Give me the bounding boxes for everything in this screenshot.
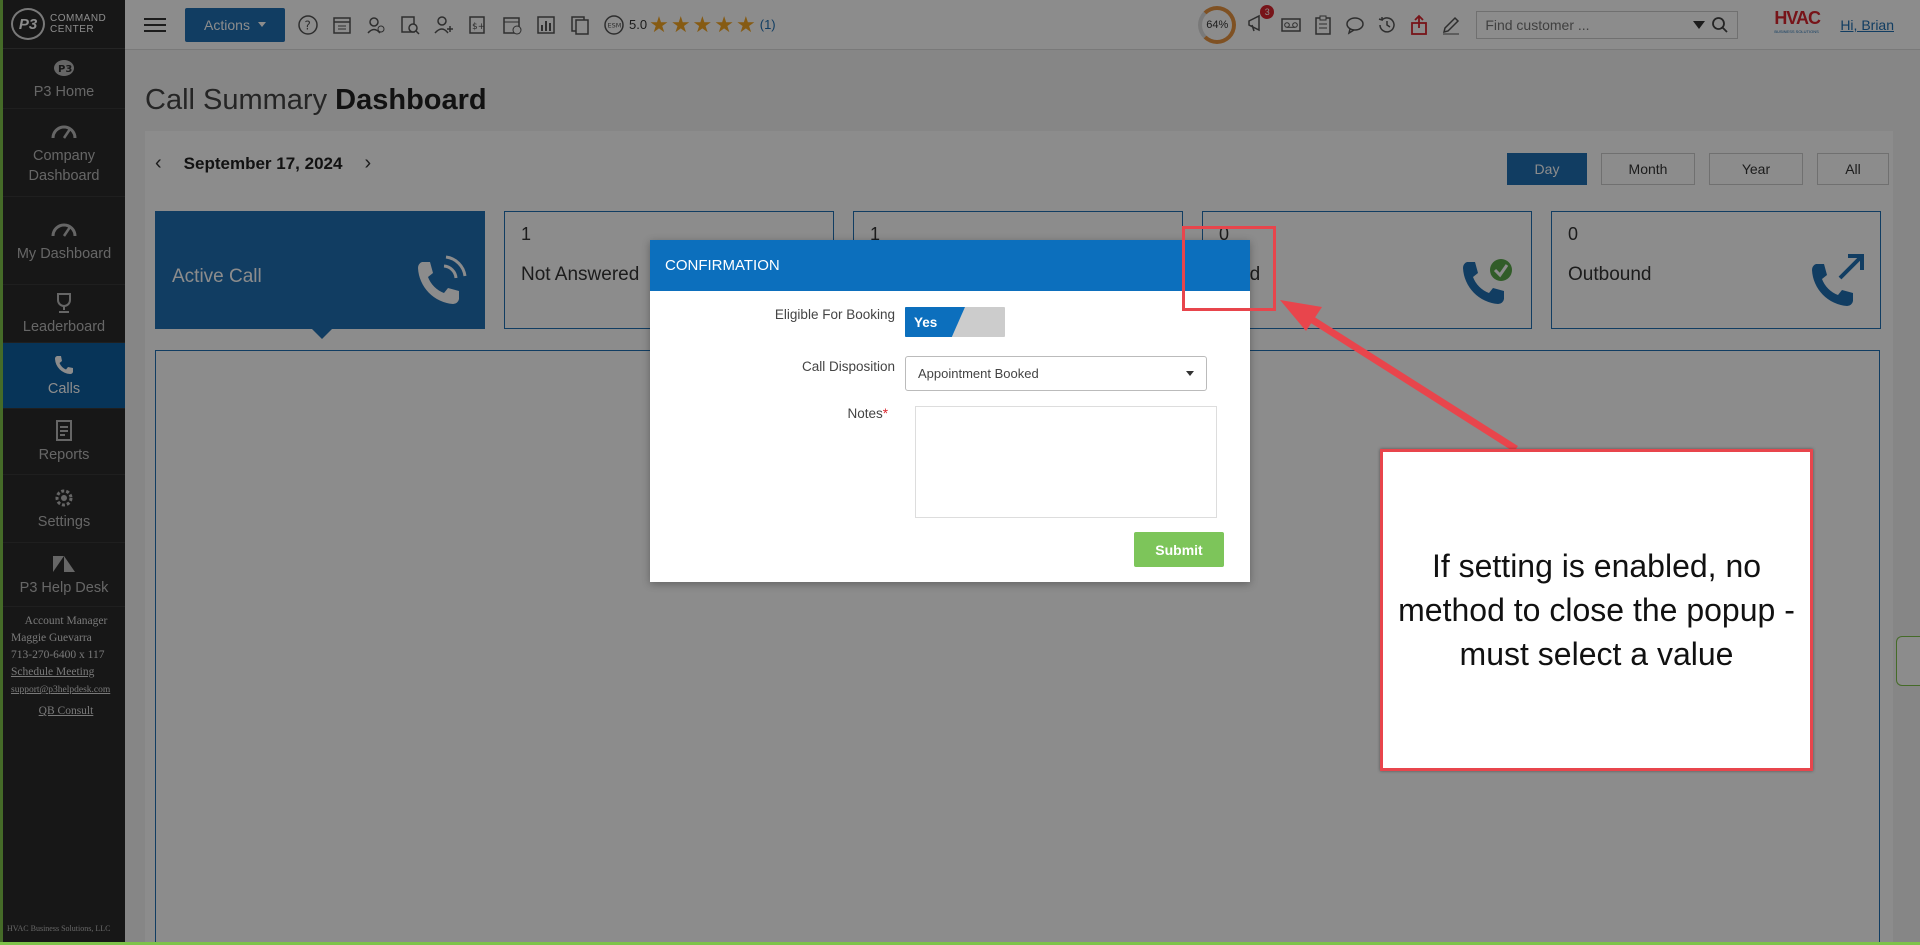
toggle-yes: Yes xyxy=(905,307,965,337)
disposition-value: Appointment Booked xyxy=(918,366,1039,381)
annotation-callout: If setting is enabled, no method to clos… xyxy=(1380,449,1813,771)
disposition-label: Call Disposition xyxy=(801,359,895,374)
disposition-select[interactable]: Appointment Booked xyxy=(905,356,1207,391)
notes-label: Notes xyxy=(847,406,883,421)
eligible-label: Eligible For Booking xyxy=(774,307,895,322)
submit-button[interactable]: Submit xyxy=(1134,532,1224,567)
notes-textarea[interactable] xyxy=(915,406,1217,518)
modal-title: CONFIRMATION xyxy=(650,240,1250,291)
required-mark: * xyxy=(882,406,888,421)
annotation-highlight-box xyxy=(1182,226,1276,311)
confirmation-modal: CONFIRMATION Eligible For Booking Yes Ca… xyxy=(650,240,1250,582)
caret-down-icon xyxy=(1186,371,1194,376)
eligible-toggle[interactable]: Yes xyxy=(905,307,1005,337)
